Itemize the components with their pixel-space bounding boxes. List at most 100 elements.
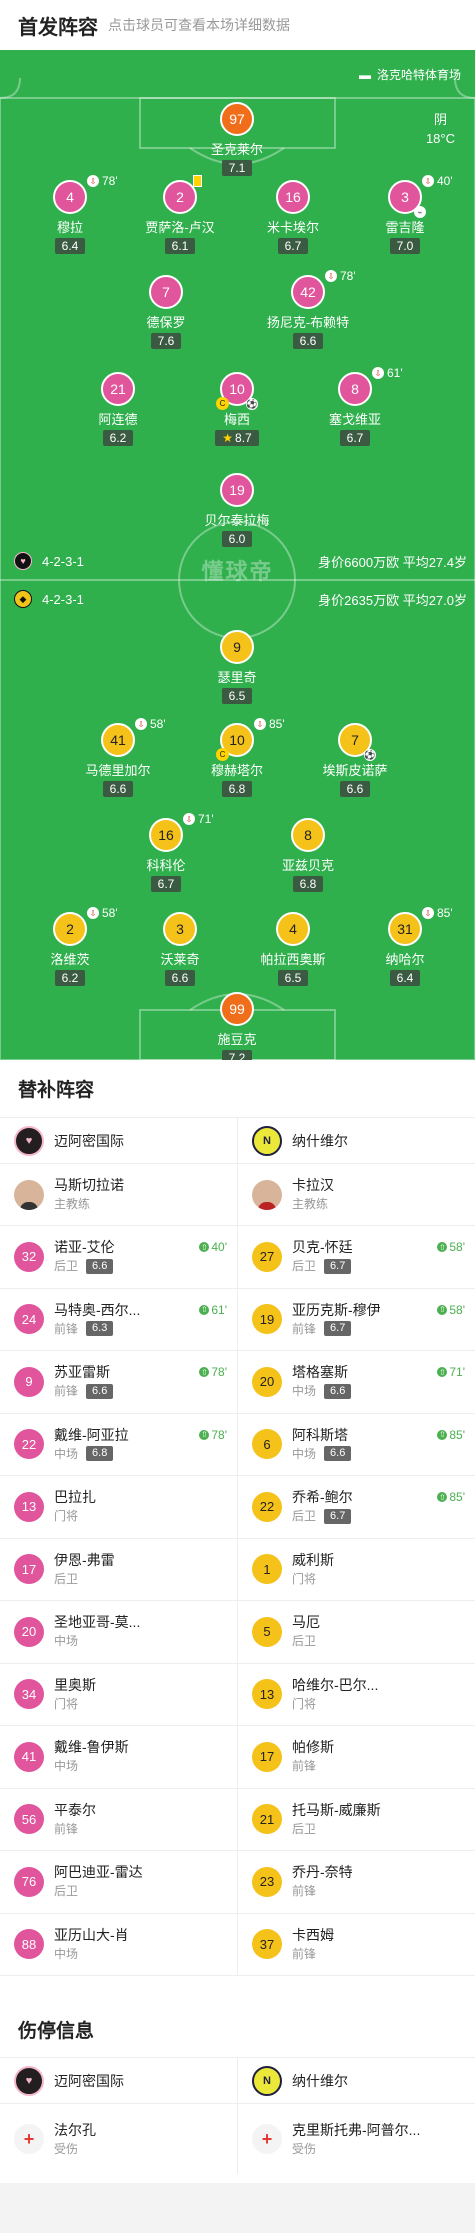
player-number: 5 <box>252 1616 282 1647</box>
sub-time: 40' <box>437 174 453 188</box>
sub-in-marker: ⇧ 85' <box>437 1490 465 1504</box>
sub-time: 71' <box>198 812 214 826</box>
player-position: 后卫 <box>54 1571 79 1586</box>
injuries-columns: ♥ 迈阿密国际 + 法尔孔 受伤 N 纳什维尔 + 克里斯托弗-阿普尔... 受… <box>0 2057 475 2174</box>
home-player[interactable]: 19 贝尔泰拉梅 6.0 <box>182 473 292 548</box>
away-coach[interactable]: 卡拉汉 主教练 <box>238 1164 475 1226</box>
sub-player-row[interactable]: 21 托马斯-威廉斯 后卫 <box>238 1789 475 1851</box>
home-player[interactable]: 21 阿连德 6.2 <box>63 372 173 447</box>
player-position: 前锋 <box>292 1759 317 1774</box>
home-team-row: ♥ 4-2-3-1 身价6600万欧 平均27.4岁 <box>14 550 467 572</box>
injured-player[interactable]: + 克里斯托弗-阿普尔... 受伤 <box>238 2104 475 2174</box>
sub-player-row[interactable]: 27 贝克-怀廷 后卫 6.7 ⇧ 58' <box>238 1226 475 1289</box>
player-number: 31 <box>388 912 422 946</box>
injured-player[interactable]: + 法尔孔 受伤 <box>0 2104 237 2174</box>
away-player[interactable]: 8 亚兹贝克 6.8 <box>253 818 363 893</box>
home-formation: 4-2-3-1 <box>42 553 84 569</box>
sub-player-row[interactable]: 9 苏亚雷斯 前锋 6.6 ⇧ 78' <box>0 1351 237 1414</box>
sub-in-icon: ⇧ <box>437 1492 448 1502</box>
away-team-header: N 纳什维尔 <box>238 1118 475 1164</box>
player-rating: 6.5 <box>277 970 309 986</box>
sub-player-row[interactable]: 20 圣地亚哥-莫... 中场 <box>0 1601 237 1664</box>
sub-player-row[interactable]: 13 哈维尔-巴尔... 门将 <box>238 1664 475 1726</box>
player-number: 37 <box>252 1929 282 1960</box>
sub-player-row[interactable]: 22 乔希-鲍尔 后卫 6.7 ⇧ 85' <box>238 1476 475 1539</box>
player-number: 17 <box>14 1554 44 1585</box>
sub-player-row[interactable]: 17 伊恩-弗雷 后卫 <box>0 1539 237 1601</box>
sub-in-icon: ⇧ <box>199 1429 210 1440</box>
player-name: 纳哈尔 <box>385 952 425 967</box>
player-number: 9 <box>220 630 254 664</box>
sub-player-row[interactable]: 76 阿巴迪亚-雷达 后卫 <box>0 1851 237 1914</box>
away-player[interactable]: 31 ⇩ 85' 纳哈尔 6.4 <box>350 906 460 987</box>
home-player[interactable]: 10 C ⚽ 梅西 ★ 8.7 <box>182 372 292 447</box>
lineup-title: 首发阵容 <box>18 16 98 39</box>
sub-time: 85' <box>269 717 285 731</box>
sub-player-row[interactable]: 32 诺亚-艾伦 后卫 6.6 ⇧ 40' <box>0 1226 237 1289</box>
sub-player-row[interactable]: 41 戴维-鲁伊斯 中场 <box>0 1726 237 1789</box>
home-player[interactable]: 2 贾萨洛-卢汉 6.1 <box>125 175 235 255</box>
sub-player-row[interactable]: 20 塔格塞斯 中场 6.6 ⇧ 71' <box>238 1351 475 1414</box>
player-position: 后卫 <box>292 1634 317 1649</box>
sub-player-row[interactable]: 24 马特奥-西尔... 前锋 6.3 ⇧ 61' <box>0 1289 237 1351</box>
away-player[interactable]: 41 ⇩ 58' 马德里加尔 6.6 <box>63 717 173 798</box>
away-team-icon: ◆ <box>14 590 32 608</box>
away-player[interactable]: 4 帕拉西奥斯 6.5 <box>238 912 348 987</box>
sub-player-row[interactable]: 13 巴拉扎 门将 <box>0 1476 237 1539</box>
home-team-icon: ♥ <box>14 552 32 570</box>
sub-time: 61' <box>211 1302 227 1317</box>
sub-player-row[interactable]: 17 帕修斯 前锋 <box>238 1726 475 1789</box>
home-player[interactable]: 8 ⇩ 61' 塞戈维亚 6.7 <box>300 366 410 447</box>
sub-time: 78' <box>102 174 118 188</box>
home-player[interactable]: 3 ⇩ 40' ⌁ 雷吉隆 7.0 <box>350 174 460 255</box>
player-position: 中场 <box>292 1446 317 1461</box>
player-position: 门将 <box>54 1509 79 1524</box>
player-position: 中场 <box>54 1759 79 1774</box>
away-player[interactable]: 2 ⇩ 58' 洛维茨 6.2 <box>15 906 125 987</box>
home-player[interactable]: 97 圣克莱尔 7.1 <box>182 102 292 177</box>
player-name: 威利斯 <box>292 1551 334 1568</box>
sub-player-row[interactable]: 6 阿科斯塔 中场 6.6 ⇧ 85' <box>238 1414 475 1476</box>
home-player[interactable]: 4 ⇩ 78' 穆拉 6.4 <box>15 174 125 255</box>
player-name: 科科伦 <box>146 858 186 873</box>
player-name: 阿连德 <box>98 412 138 427</box>
home-player[interactable]: 7 德保罗 7.6 <box>111 275 221 350</box>
player-position: 前锋 <box>54 1321 79 1336</box>
sub-player-row[interactable]: 23 乔丹-奈特 前锋 <box>238 1851 475 1914</box>
player-rating: 6.8 <box>221 781 253 797</box>
sub-player-row[interactable]: 88 亚历山大-肖 中场 <box>0 1914 237 1976</box>
away-player[interactable]: 3 沃莱奇 6.6 <box>125 912 235 987</box>
sub-player-row[interactable]: 34 里奥斯 门将 <box>0 1664 237 1726</box>
away-player[interactable]: 7 ⚽ 埃斯皮诺萨 6.6 <box>300 723 410 798</box>
home-player[interactable]: 42 ⇩ 78' 扬尼克-布赖特 6.6 <box>253 269 363 350</box>
sub-player-row[interactable]: 22 戴维-阿亚拉 中场 6.8 ⇧ 78' <box>0 1414 237 1476</box>
pitch: ▬ 洛克哈特体育场 阴 18°C 懂球帝 ♥ 4-2-3-1 身价6600万欧 … <box>0 50 475 1060</box>
home-team-header: ♥ 迈阿密国际 <box>0 1118 237 1164</box>
player-name: 圣克莱尔 <box>210 142 263 157</box>
player-position: 后卫 <box>292 1509 317 1524</box>
player-rating-best: ★ 8.7 <box>215 430 259 446</box>
miami-logo-icon: ♥ <box>14 1125 44 1156</box>
sub-in-icon: ⇧ <box>437 1242 448 1252</box>
home-coach[interactable]: 马斯切拉诺 主教练 <box>0 1164 237 1226</box>
player-position: 门将 <box>292 1571 317 1586</box>
away-player[interactable]: 99 施豆克 7.2 <box>182 992 292 1060</box>
player-rating: 7.0 <box>389 238 421 254</box>
sub-out-icon: ⇩ <box>372 367 384 379</box>
player-name: 贝尔泰拉梅 <box>204 513 270 528</box>
away-player[interactable]: 9 瑟里奇 6.5 <box>182 630 292 705</box>
player-number: 23 <box>252 1866 282 1897</box>
sub-player-row[interactable]: 19 亚历克斯-穆伊 前锋 6.7 ⇧ 58' <box>238 1289 475 1351</box>
away-player[interactable]: 16 ⇩ 71' 科科伦 6.7 <box>111 812 221 893</box>
away-player[interactable]: 10 ⇩ 85' C 穆赫塔尔 6.8 <box>182 717 292 798</box>
sub-player-row[interactable]: 37 卡西姆 前锋 <box>238 1914 475 1976</box>
sub-player-row[interactable]: 5 马厄 后卫 <box>238 1601 475 1664</box>
sub-player-row[interactable]: 1 威利斯 门将 <box>238 1539 475 1601</box>
away-formation: 4-2-3-1 <box>42 591 84 607</box>
away-team-header: N 纳什维尔 <box>238 2058 475 2104</box>
player-rating: 6.1 <box>164 238 196 254</box>
player-number: 19 <box>252 1304 282 1335</box>
home-player[interactable]: 16 米卡埃尔 6.7 <box>238 180 348 255</box>
player-rating: 6.6 <box>86 1258 114 1274</box>
sub-player-row[interactable]: 56 平泰尔 前锋 <box>0 1789 237 1851</box>
